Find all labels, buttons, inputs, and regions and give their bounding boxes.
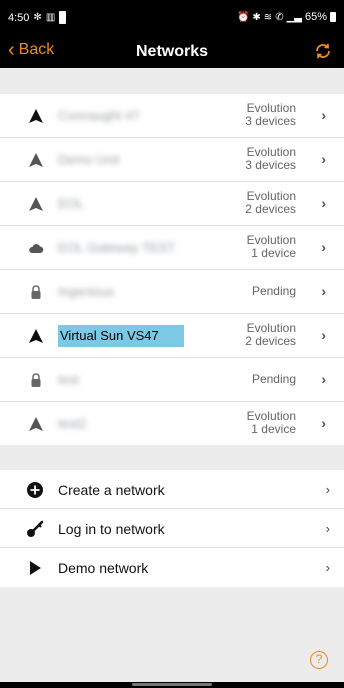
signal-icon: ▁▃: [286, 11, 302, 23]
home-bar: [0, 682, 344, 688]
chevron-right-icon: ›: [325, 482, 330, 497]
network-meta: Pending: [252, 373, 296, 386]
network-row[interactable]: test Pending ›: [0, 358, 344, 402]
alarm-icon: ⏰: [236, 11, 250, 23]
section-spacer: [0, 445, 344, 470]
status-bar: 4:50 ✻ ▥ ⏰ ✱ ≋ ✆ ▁▃ 65%: [0, 0, 344, 34]
network-name: Connaught 47: [58, 108, 140, 123]
chevron-right-icon: ›: [321, 151, 326, 167]
call-icon: ✆: [275, 11, 284, 23]
network-meta: Evolution 2 devices: [245, 190, 296, 216]
chevron-right-icon: ›: [321, 327, 326, 343]
triangle-icon: [29, 153, 43, 167]
network-devices: 3 devices: [245, 114, 296, 128]
network-meta: Evolution 3 devices: [245, 102, 296, 128]
page-title: Networks: [135, 43, 209, 60]
gear-icon: ✻: [33, 12, 42, 23]
actions-list: Create a network › Log in to network › D…: [0, 470, 344, 587]
create-network-button[interactable]: Create a network ›: [0, 470, 344, 509]
wifi-icon: ≋: [263, 11, 273, 23]
section-spacer: [0, 68, 344, 94]
chevron-right-icon: ›: [321, 371, 326, 387]
network-name: Demo Unit: [58, 152, 120, 167]
network-row[interactable]: test2 Evolution 1 device ›: [0, 402, 344, 446]
status-right: ⏰ ✱ ≋ ✆ ▁▃ 65%: [237, 11, 336, 23]
triangle-icon: [29, 329, 43, 343]
network-row[interactable]: EOL Gateway TEST Evolution 1 device ›: [0, 226, 344, 270]
network-meta: Evolution 1 device: [247, 234, 296, 260]
refresh-icon[interactable]: [314, 42, 332, 60]
network-name: EOL Gateway TEST: [58, 240, 176, 255]
network-status: Pending: [251, 284, 296, 298]
status-left: 4:50 ✻ ▥: [8, 11, 67, 24]
chevron-right-icon: ›: [321, 107, 326, 123]
home-indicator[interactable]: [132, 683, 212, 686]
network-row[interactable]: Ingenious Pending ›: [0, 270, 344, 314]
triangle-icon: [29, 197, 43, 211]
network-name: test: [58, 372, 79, 387]
plus-circle-icon: [27, 482, 43, 498]
chevron-right-icon: ›: [321, 195, 326, 211]
battery-icon: [330, 12, 336, 22]
network-meta: Evolution 1 device: [247, 410, 296, 436]
network-name: test2: [58, 416, 87, 431]
network-row[interactable]: Virtual Sun VS47 Evolution 2 devices ›: [0, 314, 344, 358]
nav-bar: ‹ Back Networks: [0, 34, 344, 68]
battery-percent: 65%: [304, 11, 327, 23]
network-name: EOL: [58, 196, 85, 211]
network-row[interactable]: Demo Unit Evolution 3 devices ›: [0, 138, 344, 182]
triangle-icon: [29, 417, 43, 431]
chevron-right-icon: ›: [325, 521, 330, 536]
action-label: Log in to network: [58, 521, 165, 537]
chevron-right-icon: ›: [321, 415, 326, 431]
sim-icon: ▥: [45, 12, 56, 23]
network-devices: 3 devices: [245, 158, 296, 172]
network-name: Virtual Sun VS47: [58, 325, 184, 347]
network-meta: Evolution 2 devices: [245, 322, 296, 348]
network-status: Pending: [251, 372, 296, 386]
demo-network-button[interactable]: Demo network ›: [0, 548, 344, 587]
network-devices: 2 devices: [245, 202, 296, 216]
network-meta: Evolution 3 devices: [245, 146, 296, 172]
login-network-button[interactable]: Log in to network ›: [0, 509, 344, 548]
lock-icon: [31, 285, 41, 299]
network-devices: 1 device: [251, 246, 296, 260]
action-label: Create a network: [58, 482, 165, 498]
networks-list: Connaught 47 Evolution 3 devices › Demo …: [0, 94, 344, 446]
triangle-icon: [29, 109, 43, 123]
network-devices: 1 device: [251, 422, 296, 436]
key-icon: [27, 520, 44, 537]
cloud-icon: [29, 244, 44, 253]
network-row[interactable]: Connaught 47 Evolution 3 devices ›: [0, 94, 344, 138]
help-icon[interactable]: ?: [310, 651, 328, 669]
network-devices: 2 devices: [245, 334, 296, 348]
chevron-right-icon: ›: [321, 283, 326, 299]
status-time: 4:50: [8, 11, 30, 24]
action-label: Demo network: [58, 560, 149, 576]
bluetooth-icon: ✱: [252, 11, 261, 23]
lock-icon: [31, 373, 41, 387]
play-icon: [30, 561, 41, 575]
network-name: Ingenious: [58, 284, 115, 299]
chevron-right-icon: ›: [325, 560, 330, 575]
network-row[interactable]: EOL Evolution 2 devices ›: [0, 182, 344, 226]
chevron-right-icon: ›: [321, 239, 326, 255]
network-meta: Pending: [252, 285, 296, 298]
battery-small-icon: [59, 11, 67, 24]
